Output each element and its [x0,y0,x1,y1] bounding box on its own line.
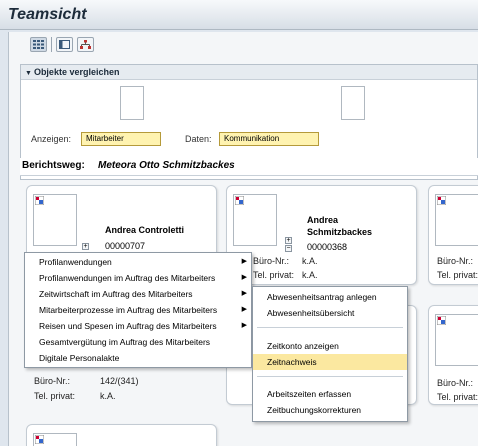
submenu-item-absence-overview[interactable]: Abwesenheitsübersicht [253,305,407,321]
office-label: Büro-Nr.: [437,256,474,266]
collapse-icon[interactable]: − [285,245,292,252]
submenu-item-time-booking-corrections[interactable]: Zeitbuchungskorrekturen [253,402,407,418]
office-value: 142/(341) [100,376,139,386]
expand-icon[interactable]: + [285,237,292,244]
submenu-item-label: Zeitnachweis [267,357,317,367]
compare-panel-title: Objekte vergleichen [33,67,120,77]
employee-card[interactable] [26,424,217,446]
menu-item-label: Gesamtvergütung im Auftrag des Mitarbeit… [39,337,211,347]
employee-name[interactable]: Andrea Controletti [105,225,184,235]
phone-label: Tel. privat: [253,270,295,280]
show-dropdown[interactable]: Mitarbeiter [81,132,161,146]
submenu-arrow-icon: ▶ [241,306,247,313]
menu-item-total-compensation[interactable]: Gesamtvergütung im Auftrag des Mitarbeit… [25,334,251,350]
employee-card[interactable]: + − Andrea Schmitzbackes 00000368 Büro-N… [226,185,417,285]
reporting-path-bar: Berichtsweg: Meteora Otto Schmitzbackes [20,158,478,176]
org-chart-button[interactable] [77,37,94,52]
office-label: Büro-Nr.: [34,376,71,386]
org-chart-icon [80,40,91,49]
context-menu: Profilanwendungen ▶ Profilanwendungen im … [24,252,252,368]
data-label: Daten: [185,134,212,144]
menu-item-label: Reisen und Spesen im Auftrag des Mitarbe… [39,321,217,331]
office-label: Büro-Nr.: [437,378,474,388]
compare-slot-2[interactable] [341,86,365,120]
employee-photo [435,194,478,246]
employee-number: 00000368 [307,242,348,252]
reporting-path-value[interactable]: Meteora Otto Schmitzbackes [98,160,235,171]
menu-separator [257,327,403,328]
grid-view-icon [33,40,44,49]
phone-value: k.A. [100,391,116,401]
submenu-arrow-icon: ▶ [241,258,247,265]
grid-view-button[interactable] [30,37,47,52]
title-bar: Teamsicht [0,0,478,30]
show-label: Anzeigen: [31,134,72,144]
list-view-button[interactable] [56,37,73,52]
menu-item-label: Mitarbeiterprozesse im Auftrag des Mitar… [39,305,218,315]
menu-item-profile-apps-on-behalf[interactable]: Profilanwendungen im Auftrag des Mitarbe… [25,270,251,286]
phone-label: Tel. privat: [34,391,76,401]
employee-name-first[interactable]: Andrea [307,215,338,225]
list-view-icon [59,40,70,49]
compare-panel-header[interactable]: ▼ Objekte vergleichen [21,65,477,80]
submenu-item-absence-request[interactable]: Abwesenheitsantrag anlegen [253,289,407,305]
photo-placeholder-icon [437,196,446,205]
employee-card[interactable]: Büro-Nr.: Tel. privat: [428,305,478,405]
menu-item-label: Profilanwendungen im Auftrag des Mitarbe… [39,273,216,283]
submenu-item-label: Abwesenheitsübersicht [267,308,355,318]
employee-photo [33,433,77,446]
office-value: k.A. [302,256,318,266]
view-toolbar [30,37,94,54]
employee-photo [33,194,77,246]
reporting-path-label: Berichtsweg: [22,160,85,171]
submenu-arrow-icon: ▶ [241,322,247,329]
menu-item-digital-personnel-file[interactable]: Digitale Personalakte [25,350,251,366]
submenu-item-time-statement[interactable]: Zeitnachweis [253,354,407,370]
employee-photo [435,314,478,366]
submenu-arrow-icon: ▶ [241,274,247,281]
collapse-triangle-icon[interactable]: ▼ [25,70,32,77]
submenu-item-label: Arbeitszeiten erfassen [267,389,352,399]
menu-item-label: Digitale Personalakte [39,353,120,363]
expand-icon[interactable]: + [82,243,89,250]
submenu-item-label: Abwesenheitsantrag anlegen [267,292,377,302]
menu-separator [257,376,403,377]
employee-photo [233,194,277,246]
menu-item-employee-processes[interactable]: Mitarbeiterprozesse im Auftrag des Mitar… [25,302,251,318]
submenu-item-label: Zeitbuchungskorrekturen [267,405,362,415]
employee-number: 00000707 [105,241,146,251]
photo-placeholder-icon [35,196,44,205]
photo-placeholder-icon [35,435,44,444]
menu-item-profile-apps[interactable]: Profilanwendungen ▶ [25,254,251,270]
phone-value: k.A. [302,270,318,280]
submenu-item-time-account[interactable]: Zeitkonto anzeigen [253,338,407,354]
menu-item-label: Zeitwirtschaft im Auftrag des Mitarbeite… [39,289,193,299]
phone-label: Tel. privat: [437,392,478,402]
data-dropdown[interactable]: Kommunikation [219,132,319,146]
menu-item-travel-expenses[interactable]: Reisen und Spesen im Auftrag des Mitarbe… [25,318,251,334]
submenu-item-record-working-times[interactable]: Arbeitszeiten erfassen [253,386,407,402]
menu-item-time-management[interactable]: Zeitwirtschaft im Auftrag des Mitarbeite… [25,286,251,302]
submenu-arrow-icon: ▶ [241,290,247,297]
submenu-item-label: Zeitkonto anzeigen [267,341,339,351]
office-label: Büro-Nr.: [253,256,290,266]
submenu: Abwesenheitsantrag anlegen Abwesenheitsü… [252,286,408,422]
toolbar-separator [51,37,52,52]
employee-name-last[interactable]: Schmitzbackes [307,227,372,237]
photo-placeholder-icon [437,316,446,325]
page-title: Teamsicht [8,6,87,23]
employee-card[interactable]: Büro-Nr.: Tel. privat: [428,185,478,285]
compare-slot-1[interactable] [120,86,144,120]
phone-label: Tel. privat: [437,270,478,280]
photo-placeholder-icon [235,196,244,205]
menu-item-label: Profilanwendungen [39,257,112,267]
